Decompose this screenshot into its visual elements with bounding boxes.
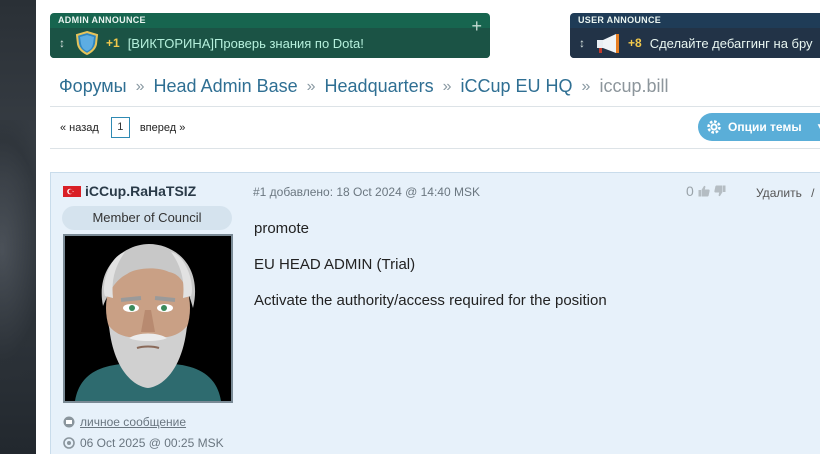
admin-announce[interactable]: ADMIN ANNOUNCE ↕ +1 [ВИКТОРИНА]Проверь з… [50, 13, 490, 58]
message-icon [63, 416, 75, 428]
chevron-down-icon: ▼ [816, 122, 820, 133]
gear-icon [707, 120, 721, 134]
last-seen: 06 Oct 2025 @ 00:25 MSK [63, 436, 224, 450]
reorder-icon[interactable]: ↕ [52, 36, 72, 50]
plus-icon[interactable]: + [471, 16, 482, 37]
shield-icon [75, 30, 99, 56]
post-body: promote EU HEAD ADMIN (Trial) Activate t… [254, 221, 607, 329]
post-line: promote [254, 220, 310, 237]
thumbs-down-icon[interactable] [714, 185, 726, 197]
private-message-link[interactable]: личное сообщение [63, 415, 186, 429]
admin-announce-text[interactable]: [ВИКТОРИНА]Проверь знания по Dota! [128, 36, 364, 51]
avatar[interactable] [63, 234, 233, 403]
page-number[interactable]: 1 [110, 117, 130, 138]
post-author: iCCup.RaHaTSIZ [63, 183, 196, 199]
flag-icon [63, 185, 81, 197]
post-meta: #1 добавлено: 18 Oct 2024 @ 14:40 MSK [253, 185, 480, 199]
last-seen-date: 06 Oct 2025 @ 00:25 MSK [80, 436, 224, 450]
next-page-link[interactable]: вперед » [140, 122, 186, 134]
forum-post: iCCup.RaHaTSIZ Member of Council личное … [50, 172, 820, 454]
user-announce-heading: USER ANNOUNCE [578, 15, 662, 25]
pagination: « назад 1 вперед » [60, 117, 185, 138]
user-announce[interactable]: USER ANNOUNCE ↕ +8 Сделайте дебаггинг на… [570, 13, 820, 58]
admin-announce-count: +1 [106, 36, 120, 50]
author-name[interactable]: iCCup.RaHaTSIZ [85, 183, 196, 199]
breadcrumb-separator: » [135, 77, 145, 95]
megaphone-icon [597, 34, 619, 53]
page: ADMIN ANNOUNCE ↕ +1 [ВИКТОРИНА]Проверь з… [36, 0, 820, 454]
thread-options-label: Опции темы [728, 120, 802, 134]
breadcrumb-current: iccup.bill [599, 76, 669, 96]
thumbs-up-icon[interactable] [698, 185, 710, 197]
rating-value: 0 [686, 183, 694, 199]
post-actions: Удалить / [756, 186, 815, 200]
post-line: Activate the authority/access required f… [254, 292, 607, 309]
breadcrumb-separator: » [306, 77, 316, 95]
avatar-image [65, 236, 231, 401]
divider [50, 148, 820, 149]
action-separator: / [811, 186, 815, 200]
breadcrumb-iccup-eu-hq[interactable]: iCCup EU HQ [461, 76, 573, 97]
reorder-icon[interactable]: ↕ [572, 36, 592, 50]
post-line: EU HEAD ADMIN (Trial) [254, 256, 416, 273]
breadcrumb-forums[interactable]: Форумы [59, 76, 127, 97]
prev-page-link[interactable]: « назад [60, 122, 99, 134]
admin-announce-heading: ADMIN ANNOUNCE [58, 15, 146, 25]
background-art [0, 0, 36, 454]
clock-icon [63, 437, 75, 449]
breadcrumb-head-admin-base[interactable]: Head Admin Base [154, 76, 298, 97]
user-announce-count: +8 [628, 36, 642, 50]
post-rating: 0 [686, 183, 726, 199]
divider [50, 106, 820, 107]
rank-badge: Member of Council [62, 206, 232, 230]
breadcrumb: Форумы » Head Admin Base » Headquarters … [59, 76, 668, 97]
breadcrumb-separator: » [442, 77, 452, 95]
breadcrumb-separator: » [581, 77, 591, 95]
thread-options-button[interactable]: Опции темы ▼ [698, 113, 820, 141]
delete-post-link[interactable]: Удалить [756, 186, 802, 200]
breadcrumb-headquarters[interactable]: Headquarters [325, 76, 434, 97]
private-message-label: личное сообщение [80, 415, 187, 429]
user-announce-text[interactable]: Сделайте дебаггинг на бру [650, 36, 813, 51]
